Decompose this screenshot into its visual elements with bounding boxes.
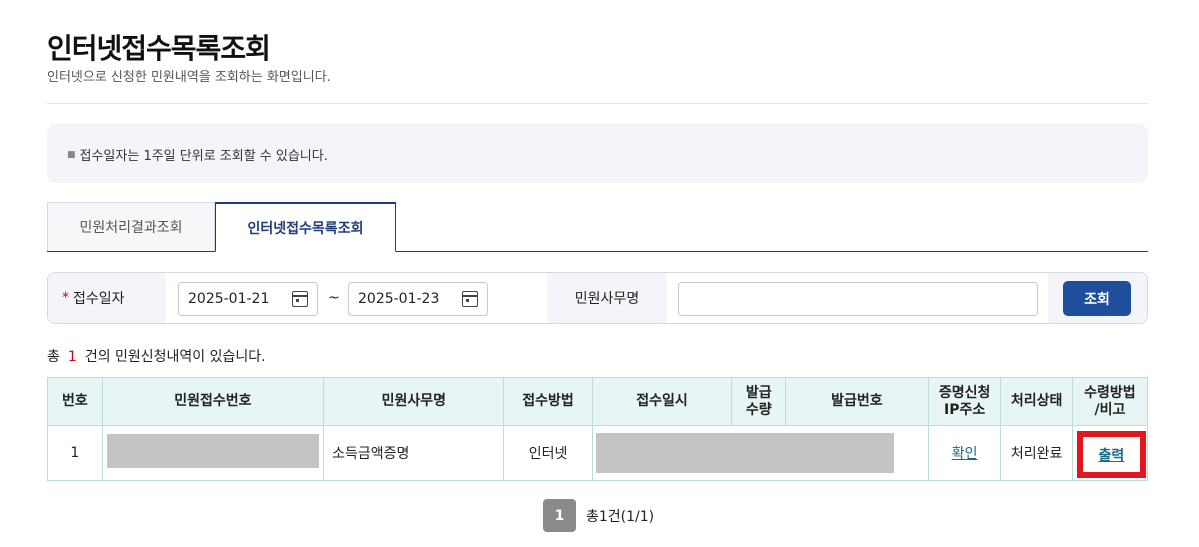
cell-receipt-no xyxy=(101,425,325,481)
search-panel: * 접수일자 2025-01-21 ~ 2025-01-23 민원사무명 조회 xyxy=(47,272,1148,324)
header-ip-line1: 증명신청 xyxy=(938,384,991,401)
receipt-table: 번호 민원접수번호 민원사무명 접수방법 접수일시 발급 수량 발급번호 증명신청… xyxy=(47,377,1149,481)
result-count-number: 1 xyxy=(67,349,77,365)
header-issue-no: 발급번호 xyxy=(785,377,929,426)
tab-internet-receipt-list[interactable]: 인터넷접수목록조회 xyxy=(215,202,396,252)
cell-masked-datetime-qty-issue xyxy=(591,425,929,481)
calendar-icon[interactable] xyxy=(462,291,478,307)
calendar-icon[interactable] xyxy=(292,291,308,307)
page-title: 인터넷접수목록조회 xyxy=(47,32,271,65)
cell-method: 인터넷 xyxy=(503,425,593,481)
masked-receipt-no xyxy=(106,434,319,468)
print-link[interactable]: 출력 xyxy=(1099,445,1125,465)
masked-datetime-issue-no xyxy=(595,433,894,473)
date-to-input[interactable]: 2025-01-23 xyxy=(348,282,488,316)
bullet-icon: ■ xyxy=(67,150,76,160)
title-divider xyxy=(47,103,1148,104)
search-button[interactable]: 조회 xyxy=(1063,281,1131,316)
notice-message: 접수일자는 1주일 단위로 조회할 수 있습니다. xyxy=(79,149,328,164)
tab-bar: 민원처리결과조회 인터넷접수목록조회 xyxy=(47,202,1148,252)
header-ip-address: 증명신청 IP주소 xyxy=(927,377,1002,426)
table-header-row: 번호 민원접수번호 민원사무명 접수방법 접수일시 발급 수량 발급번호 증명신청… xyxy=(47,377,1149,426)
required-mark: * xyxy=(62,290,69,306)
date-from-input[interactable]: 2025-01-21 xyxy=(178,282,318,316)
header-no: 번호 xyxy=(47,377,103,426)
notice-box: ■ 접수일자는 1주일 단위로 조회할 수 있습니다. xyxy=(47,123,1148,183)
header-receive-line1: 수령방법 xyxy=(1084,384,1136,401)
ip-confirm-link[interactable]: 확인 xyxy=(952,446,978,462)
cell-office-name: 소득금액증명 xyxy=(323,425,505,481)
header-receive-line2: /비고 xyxy=(1094,401,1126,418)
table-row: 1 소득금액증명 인터넷 확인 처리완료 출력 xyxy=(47,425,1149,481)
result-count: 총 1 건의 민원신청내역이 있습니다. xyxy=(47,346,266,366)
office-name-input[interactable] xyxy=(678,282,1038,316)
cell-ip-address: 확인 xyxy=(927,425,1002,481)
date-from-value: 2025-01-21 xyxy=(188,291,270,307)
header-office-name: 민원사무명 xyxy=(323,377,505,426)
notice-text: ■ 접수일자는 1주일 단위로 조회할 수 있습니다. xyxy=(67,145,328,164)
header-quantity-line2: 수량 xyxy=(745,401,772,418)
date-to-value: 2025-01-23 xyxy=(358,291,440,307)
header-method: 접수방법 xyxy=(503,377,593,426)
cell-status: 처리완료 xyxy=(1000,425,1073,481)
page-description: 인터넷으로 신청한 민원내역을 조회하는 화면입니다. xyxy=(47,70,331,85)
header-receipt-no: 민원접수번호 xyxy=(101,377,325,426)
header-ip-line2: IP주소 xyxy=(943,401,986,418)
tab-result-inquiry[interactable]: 민원처리결과조회 xyxy=(47,202,215,251)
result-count-suffix: 건의 민원신청내역이 있습니다. xyxy=(84,349,266,365)
header-quantity-line1: 발급 xyxy=(745,384,772,401)
receipt-date-label-text: 접수일자 xyxy=(73,291,125,307)
result-count-prefix: 총 xyxy=(47,349,60,365)
page-summary: 총1건(1/1) xyxy=(586,508,655,525)
cell-no: 1 xyxy=(47,425,103,481)
header-datetime: 접수일시 xyxy=(591,377,733,426)
office-name-label: 민원사무명 xyxy=(547,273,667,323)
highlight-box: 출력 xyxy=(1076,431,1146,478)
cell-receive-method: 출력 xyxy=(1071,425,1149,481)
header-quantity: 발급 수량 xyxy=(731,377,787,426)
page-number-button[interactable]: 1 xyxy=(543,499,576,532)
header-status: 처리상태 xyxy=(1000,377,1073,426)
pagination: 1 총1건(1/1) xyxy=(543,499,654,532)
header-receive-method: 수령방법/비고 xyxy=(1071,377,1149,426)
receipt-date-label: * 접수일자 xyxy=(48,273,166,323)
date-range-separator: ~ xyxy=(328,290,340,306)
